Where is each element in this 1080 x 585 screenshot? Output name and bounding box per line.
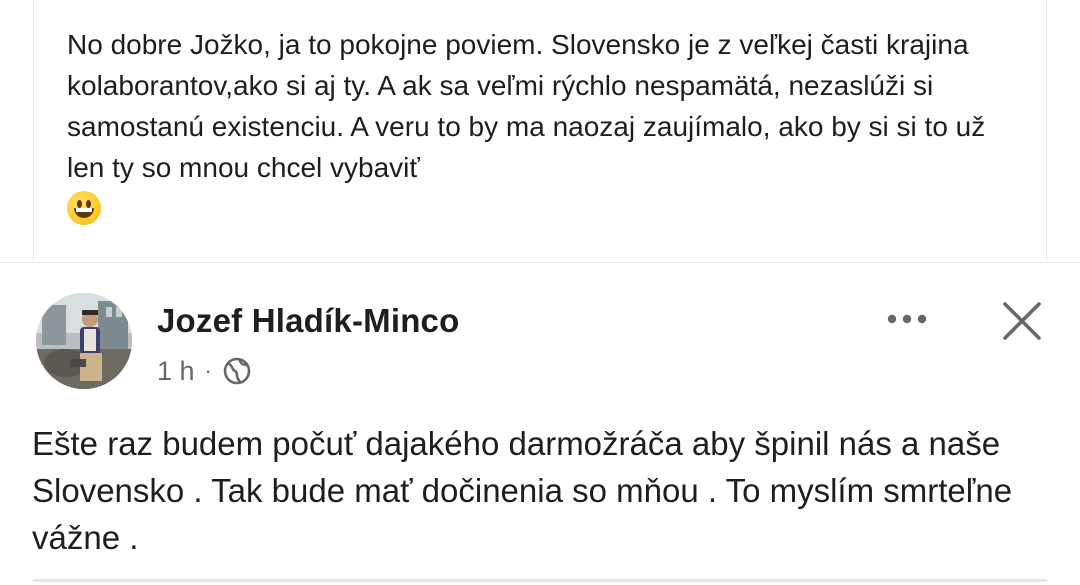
more-options-button[interactable]	[882, 301, 932, 337]
more-options-icon	[887, 314, 927, 324]
meta-separator: ·	[204, 358, 212, 383]
author-name[interactable]: Jozef Hladík-Minco	[157, 302, 459, 340]
post-meta: 1 h ·	[157, 355, 253, 387]
post-time[interactable]: 1 h	[157, 356, 195, 387]
close-button[interactable]	[994, 293, 1050, 349]
comment-body: No dobre Jožko, ja to pokojne poviem. Sl…	[67, 29, 994, 183]
comment-card: No dobre Jožko, ja to pokojne poviem. Sl…	[33, 0, 1047, 260]
post-text: Ešte raz budem počuť dajakého darmožráča…	[32, 425, 1013, 556]
close-icon	[1003, 302, 1041, 340]
globe-icon[interactable]	[221, 355, 253, 387]
post-bottom-border	[33, 579, 1047, 582]
post-card: Jozef Hladík-Minco 1 h · Ešte raz budem …	[0, 263, 1080, 585]
avatar[interactable]	[36, 293, 132, 389]
grinning-face-emoji	[67, 191, 101, 225]
comment-text: No dobre Jožko, ja to pokojne poviem. Sl…	[67, 24, 1027, 225]
